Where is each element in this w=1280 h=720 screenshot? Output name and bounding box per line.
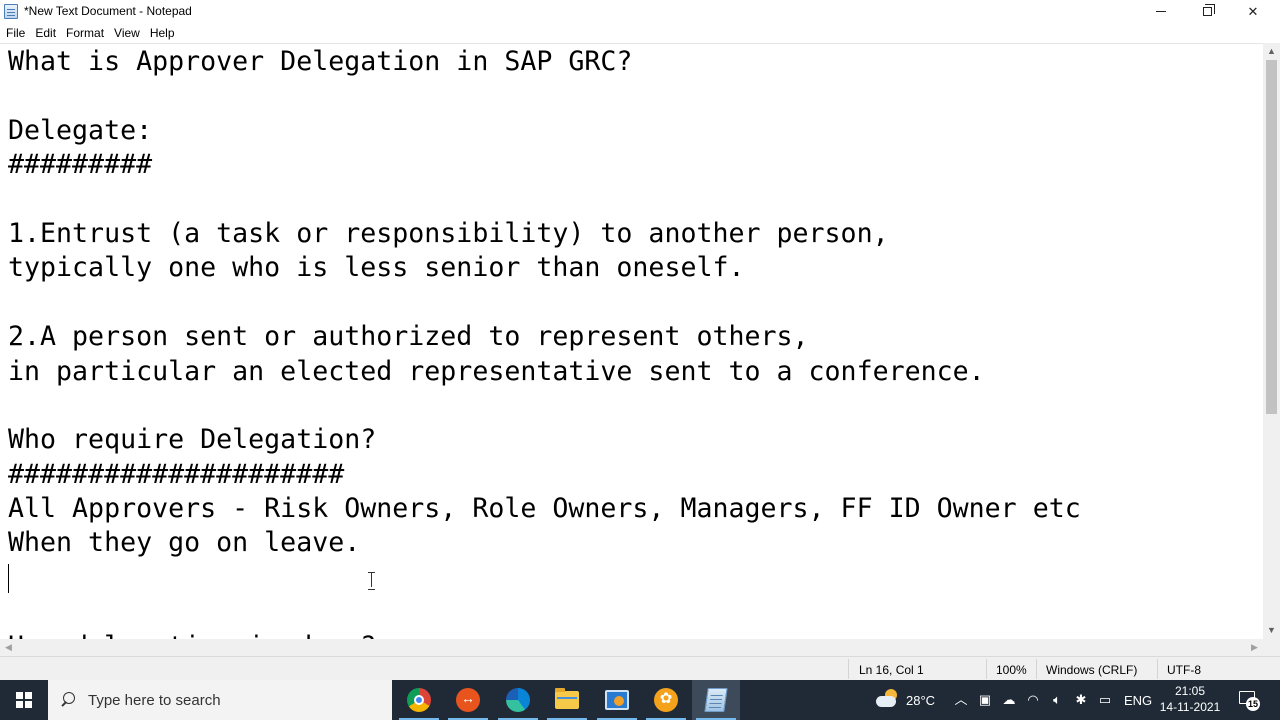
horizontal-scrollbar[interactable]: ◀ ▶: [0, 639, 1263, 656]
edge-icon: [506, 688, 530, 712]
menu-edit[interactable]: Edit: [30, 23, 61, 43]
scroll-left-icon[interactable]: ◀: [0, 639, 17, 656]
app-flower-icon: [654, 688, 678, 712]
text-line: What is Approver Delegation in SAP GRC?: [8, 46, 633, 77]
menu-format[interactable]: Format: [61, 23, 109, 43]
scroll-up-icon[interactable]: ▲: [1263, 43, 1280, 60]
text-line: Delegate:: [8, 115, 153, 146]
search-icon: [60, 692, 76, 708]
clock-date: 14-11-2021: [1159, 700, 1221, 714]
restore-icon: [1202, 4, 1215, 16]
text-caret: [8, 564, 9, 593]
text-editor[interactable]: What is Approver Delegation in SAP GRC? …: [0, 43, 1263, 639]
text-line: When they go on leave.: [8, 527, 361, 558]
minimize-button[interactable]: [1138, 0, 1184, 23]
taskbar: Type here to search 28°C ︿ ▣ ☁ ◠ 🔈︎ ✱ ▭ …: [0, 680, 1280, 720]
window-title: *New Text Document - Notepad: [24, 4, 192, 18]
notepad-icon: [4, 4, 18, 19]
taskbar-app-remote-desktop[interactable]: [593, 680, 641, 720]
text-line: #########: [8, 149, 153, 180]
zoom-level: 100%: [996, 663, 1027, 677]
taskbar-app-notepad[interactable]: [692, 680, 740, 720]
status-bar: Ln 16, Col 1 100% Windows (CRLF) UTF-8: [0, 656, 1280, 680]
ibeam-cursor-icon: [368, 572, 376, 590]
action-center-button[interactable]: 15: [1238, 690, 1261, 711]
battery-icon[interactable]: ▭: [1097, 692, 1113, 708]
taskbar-app-chrome[interactable]: [395, 680, 443, 720]
cursor-position: Ln 16, Col 1: [859, 663, 924, 677]
vertical-scrollbar[interactable]: ▲ ▼: [1263, 43, 1280, 639]
clock-time: 21:05: [1174, 684, 1206, 698]
status-divider: [1157, 659, 1158, 679]
status-divider: [848, 659, 849, 679]
antivirus-icon[interactable]: ✱: [1073, 692, 1089, 708]
notification-count: 15: [1246, 697, 1261, 711]
weather-temperature[interactable]: 28°C: [906, 680, 935, 720]
status-divider: [986, 659, 987, 679]
close-button[interactable]: ✕: [1230, 0, 1276, 23]
scroll-down-icon[interactable]: ▼: [1263, 622, 1280, 639]
weather-icon[interactable]: [876, 689, 900, 709]
file-explorer-icon: [555, 688, 579, 709]
chrome-icon: [407, 688, 431, 712]
text-line: Who require Delegation?: [8, 424, 377, 455]
scroll-right-icon[interactable]: ▶: [1246, 639, 1263, 656]
notepad-icon: [704, 688, 728, 712]
close-icon: ✕: [1247, 3, 1259, 19]
menu-bar: File Edit Format View Help: [0, 23, 1280, 43]
remote-desktop-icon: [605, 690, 629, 710]
scrollbar-corner: [1263, 639, 1280, 656]
taskbar-clock[interactable]: 21:05 14-11-2021: [1154, 683, 1226, 715]
text-line: in particular an elected representative …: [8, 356, 985, 387]
taskbar-app-file-explorer[interactable]: [543, 680, 591, 720]
network-icon[interactable]: ◠: [1025, 692, 1041, 708]
onedrive-cloud-icon[interactable]: ☁: [1001, 692, 1017, 708]
text-line: #####################: [8, 459, 345, 490]
taskbar-app-edge[interactable]: [494, 680, 542, 720]
line-ending: Windows (CRLF): [1046, 663, 1138, 677]
search-placeholder: Type here to search: [88, 691, 221, 709]
menu-view[interactable]: View: [109, 23, 145, 43]
encoding: UTF-8: [1167, 663, 1201, 677]
volume-icon[interactable]: 🔈︎: [1049, 692, 1065, 708]
taskbar-app-remote-manager[interactable]: [444, 680, 492, 720]
text-line: 2.A person sent or authorized to represe…: [8, 321, 809, 352]
chevron-up-icon[interactable]: ︿: [953, 692, 969, 708]
taskbar-search[interactable]: Type here to search: [48, 680, 392, 720]
meet-now-icon[interactable]: ▣: [977, 692, 993, 708]
input-language[interactable]: ENG: [1124, 680, 1152, 720]
menu-help[interactable]: Help: [145, 23, 180, 43]
text-line: How delegation is done?: [8, 630, 376, 639]
menu-file[interactable]: File: [1, 23, 30, 43]
start-button[interactable]: [0, 680, 48, 720]
restore-button[interactable]: [1184, 0, 1230, 23]
taskbar-app-flower[interactable]: [642, 680, 690, 720]
text-line: 1.Entrust (a task or responsibility) to …: [8, 218, 889, 249]
windows-logo-icon: [16, 692, 32, 708]
minimize-icon: [1156, 11, 1166, 12]
remote-desktop-manager-icon: [456, 688, 480, 712]
status-divider: [1036, 659, 1037, 679]
text-line: typically one who is less senior than on…: [8, 252, 745, 283]
title-bar: *New Text Document - Notepad ✕: [0, 0, 1280, 23]
text-line: All Approvers - Risk Owners, Role Owners…: [8, 493, 1081, 524]
vertical-scroll-thumb[interactable]: [1266, 60, 1277, 414]
